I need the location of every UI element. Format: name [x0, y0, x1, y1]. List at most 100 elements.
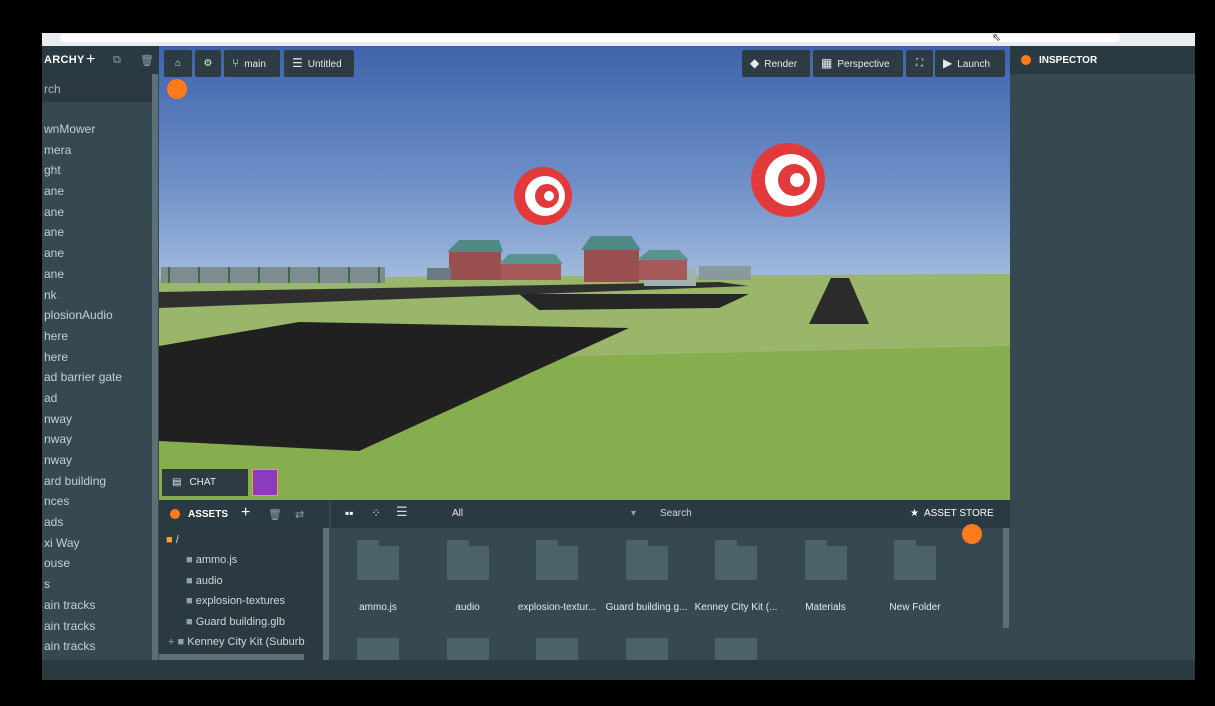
perspective-button[interactable]: ▦ Perspective [813, 50, 903, 77]
hierarchy-item[interactable]: nk [44, 285, 152, 306]
hierarchy-item[interactable]: nway [44, 429, 152, 450]
hierarchy-item[interactable]: ad barrier gate [44, 367, 152, 388]
asset-filter-select[interactable]: All ▾ [447, 504, 644, 524]
camera-icon: ▦ [821, 56, 833, 70]
home-button[interactable]: ⌂ [164, 50, 192, 77]
status-bar [42, 660, 1195, 680]
scene-label: Untitled [307, 59, 342, 70]
duplicate-icon[interactable]: ⧉ [113, 54, 121, 67]
asset-tree-item[interactable]: ■ ammo.js [186, 554, 237, 566]
hierarchy-item[interactable]: nway [44, 450, 152, 471]
inspector-panel [1010, 46, 1195, 660]
asset-folder-item[interactable]: Materials [783, 540, 869, 613]
asset-grid: ammo.js audio explosion-textur... Guard bui… [335, 540, 995, 660]
asset-folder-label: ammo.js [359, 602, 397, 613]
asset-folder-label: New Folder [889, 602, 941, 613]
folder-icon[interactable] [446, 638, 489, 660]
hierarchy-item[interactable]: here [44, 347, 152, 368]
asset-folder-item[interactable]: New Folder [872, 540, 958, 613]
folder-icon[interactable] [357, 638, 399, 660]
asset-tree-item[interactable]: ■ audio [186, 575, 223, 587]
asset-folder-item[interactable]: ammo.js [335, 540, 421, 613]
hierarchy-title: ARCHY [44, 54, 85, 66]
hierarchy-item[interactable]: xi Way [44, 533, 152, 554]
hierarchy-item[interactable]: ane [44, 264, 152, 285]
asset-tree-item[interactable]: ■ Guard building.glb [186, 616, 285, 628]
cube-icon: ◆ [750, 56, 760, 70]
asset-tree-item-label: Kenney City Kit (Suburb [187, 636, 305, 648]
settings-button[interactable]: ⚙ [195, 50, 221, 77]
inspector-header [1010, 46, 1195, 74]
asset-search-input[interactable]: Search [655, 504, 852, 524]
hierarchy-item[interactable]: ane [44, 222, 152, 243]
folder-icon[interactable] [715, 638, 757, 660]
avatar[interactable] [252, 469, 278, 496]
expand-folder-icon: + ■ [168, 636, 188, 648]
asset-tree-scrollbar[interactable] [323, 528, 329, 660]
inspector-status-icon [1021, 55, 1031, 65]
hierarchy-item[interactable]: ane [44, 202, 152, 223]
highlight-marker [167, 79, 187, 99]
add-asset-icon[interactable]: + [241, 504, 250, 522]
delete-asset-icon[interactable]: 🗑 [268, 508, 282, 521]
launch-button[interactable]: ▶ Launch [935, 50, 1005, 77]
hierarchy-search-text: rch [44, 82, 61, 96]
hierarchy-item[interactable]: ane [44, 243, 152, 264]
scene-button[interactable]: ☰ Untitled [284, 50, 354, 77]
grid-small-icon[interactable]: ⁘ [371, 506, 381, 520]
folder-icon[interactable] [536, 638, 578, 660]
hierarchy-item[interactable]: nway [44, 409, 152, 430]
asset-folder-label: audio [455, 602, 480, 613]
chevron-down-icon: ▾ [630, 508, 636, 519]
hierarchy-item[interactable]: ain tracks [44, 636, 152, 657]
asset-folder-item[interactable]: audio [425, 540, 511, 613]
asset-folder-item[interactable]: Kenney City Kit (... [693, 540, 779, 613]
asset-folder-item[interactable]: Guard building.g... [604, 540, 690, 613]
add-entity-icon[interactable]: + [86, 51, 95, 69]
hierarchy-item[interactable]: here [44, 326, 152, 347]
browser-address-bar[interactable] [60, 34, 1120, 42]
scene-viewport[interactable] [159, 46, 1010, 500]
asset-tree-item[interactable]: ■ explosion-textures [186, 595, 285, 607]
hierarchy-item[interactable]: wnMower [44, 119, 152, 140]
hierarchy-item[interactable]: ard building [44, 471, 152, 492]
chat-label: CHAT [189, 477, 216, 488]
asset-folder-label: Kenney City Kit (... [694, 602, 778, 613]
hierarchy-item[interactable]: plosionAudio [44, 305, 152, 326]
fullscreen-button[interactable]: ⛶ [906, 50, 933, 77]
hierarchy-item[interactable]: ane [44, 181, 152, 202]
hierarchy-item[interactable]: ad [44, 388, 152, 409]
asset-grid-scrollbar[interactable] [1003, 528, 1009, 628]
chat-button[interactable]: ▤ CHAT [162, 469, 248, 496]
list-view-icon[interactable]: ☰ [396, 504, 408, 520]
folder-icon[interactable] [625, 638, 668, 660]
hierarchy-item[interactable]: mera [44, 140, 152, 161]
folder-icon [536, 546, 578, 580]
assets-status-icon [170, 509, 180, 519]
hierarchy-item[interactable]: nces [44, 491, 152, 512]
render-label: Render [764, 59, 798, 70]
hierarchy-item[interactable]: s [44, 574, 152, 595]
asset-store-button[interactable]: ★ ASSET STORE [910, 504, 1006, 524]
mouse-cursor-icon: ⇖ [992, 32, 1002, 44]
asset-folder-label: explosion-textur... [517, 602, 597, 613]
hierarchy-item[interactable]: ads [44, 512, 152, 533]
asset-tree-item[interactable]: + ■ Kenney City Kit (Suburb [168, 636, 305, 648]
move-asset-icon[interactable]: ⇄ [295, 508, 304, 521]
hierarchy-scrollbar[interactable] [152, 74, 158, 660]
asset-folder-item[interactable]: explosion-textur... [514, 540, 600, 613]
assets-title: ASSETS [188, 509, 229, 520]
hierarchy-item[interactable]: ght [44, 160, 152, 181]
branch-button[interactable]: ⑂ main [224, 50, 280, 77]
hierarchy-item[interactable]: ain tracks [44, 616, 152, 637]
folder-icon: ■ [186, 595, 196, 607]
hierarchy-item[interactable]: ouse [44, 553, 152, 574]
tree-root[interactable]: ■ / [166, 534, 179, 546]
asset-folder-label: Guard building.g... [605, 602, 688, 613]
delete-icon[interactable]: 🗑 [140, 54, 154, 67]
render-button[interactable]: ◆ Render [742, 50, 810, 77]
grid-large-icon[interactable]: ▪▪ [345, 506, 354, 520]
folder-icon: ■ [186, 554, 196, 566]
hierarchy-item[interactable]: ain tracks [44, 595, 152, 616]
play-icon: ▶ [943, 56, 953, 70]
